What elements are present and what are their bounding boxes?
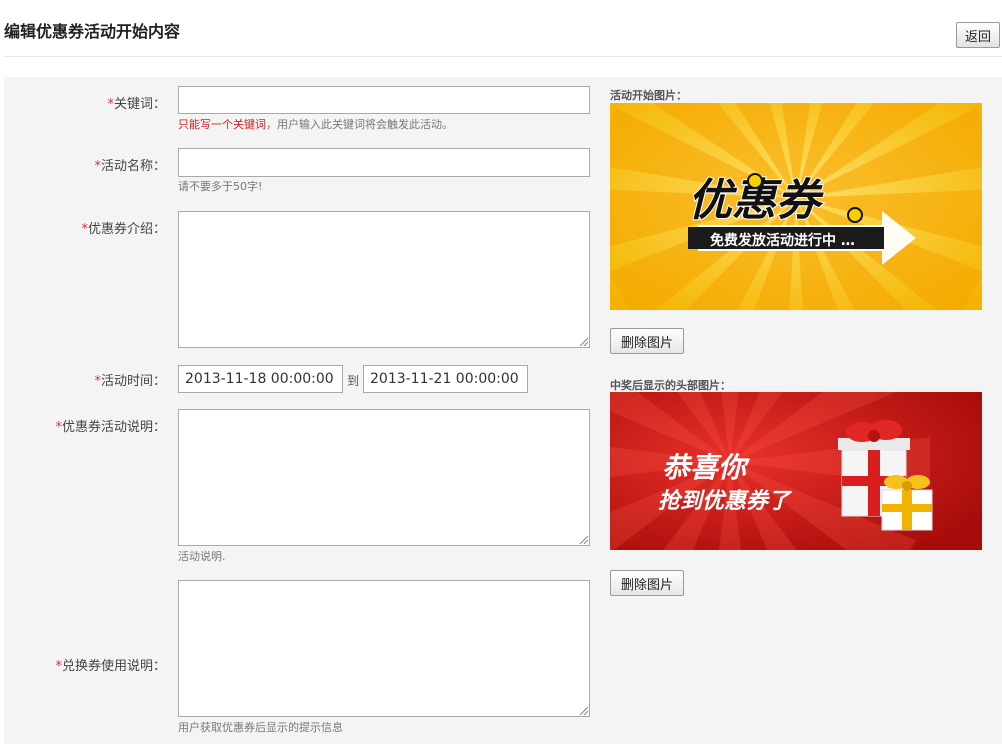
redeem-desc-textarea[interactable]	[178, 580, 590, 717]
activity-desc-textarea[interactable]	[178, 409, 590, 546]
coupon-intro-label-text: 优惠券介绍：	[87, 222, 166, 237]
keyword-label: *关键词：	[107, 93, 166, 112]
resize-grip-icon[interactable]	[580, 536, 588, 544]
start-image: 免费发放活动进行中 … 优惠券	[610, 103, 982, 310]
back-button[interactable]: 返回	[956, 22, 1000, 48]
end-time-input[interactable]	[363, 365, 528, 393]
page-title: 编辑优惠券活动开始内容	[4, 22, 181, 41]
activity-desc-label: *优惠券活动说明：	[55, 416, 166, 435]
activity-time-label: *活动时间：	[94, 370, 166, 389]
activity-name-hint: 请不要多于50字!	[178, 180, 263, 193]
resize-grip-icon[interactable]	[580, 338, 588, 346]
keyword-hint: 只能写一个关键词，用户输入此关键词将会触发此活动。	[178, 116, 453, 132]
activity-name-label: *活动名称：	[94, 155, 166, 174]
activity-name-label-text: 活动名称：	[100, 159, 166, 174]
delete-header-image-button[interactable]: 删除图片	[610, 570, 684, 596]
activity-time-label-text: 活动时间：	[100, 374, 166, 389]
redeem-desc-label-text: 兑换券使用说明：	[61, 659, 166, 674]
activity-desc-hint: 活动说明.	[178, 550, 226, 563]
congrats-line1: 恭喜你	[662, 451, 750, 484]
keyword-input[interactable]	[178, 86, 590, 114]
keyword-hint-warning: 只能写一个关键词	[178, 118, 266, 131]
coupon-intro-textarea[interactable]	[178, 211, 590, 348]
time-range-separator: 到	[347, 374, 360, 388]
start-banner-subtitle: 免费发放活动进行中 …	[710, 232, 855, 249]
congrats-banner-graphic: 恭喜你 抢到优惠券了	[610, 392, 982, 550]
keyword-label-text: 关键词：	[113, 97, 166, 112]
keyword-hint-rest: ，用户输入此关键词将会触发此活动。	[266, 118, 453, 131]
redeem-desc-hint: 用户获取优惠券后显示的提示信息	[178, 721, 343, 734]
coupon-banner-graphic: 免费发放活动进行中 … 优惠券	[610, 103, 982, 310]
header-image: 恭喜你 抢到优惠券了	[610, 392, 982, 550]
start-time-input[interactable]	[178, 365, 343, 393]
activity-desc-label-text: 优惠券活动说明：	[61, 420, 166, 435]
title-divider	[4, 56, 1002, 57]
small-gift-box-icon	[881, 475, 933, 531]
activity-name-input[interactable]	[178, 148, 590, 177]
coupon-intro-label: *优惠券介绍：	[81, 218, 166, 237]
delete-start-image-button[interactable]: 删除图片	[610, 328, 684, 354]
redeem-desc-label: *兑换券使用说明：	[55, 655, 166, 674]
resize-grip-icon[interactable]	[580, 707, 588, 715]
congrats-line2: 抢到优惠券了	[658, 488, 793, 514]
header-image-label: 中奖后显示的头部图片：	[610, 379, 731, 392]
start-image-label: 活动开始图片：	[610, 89, 687, 102]
